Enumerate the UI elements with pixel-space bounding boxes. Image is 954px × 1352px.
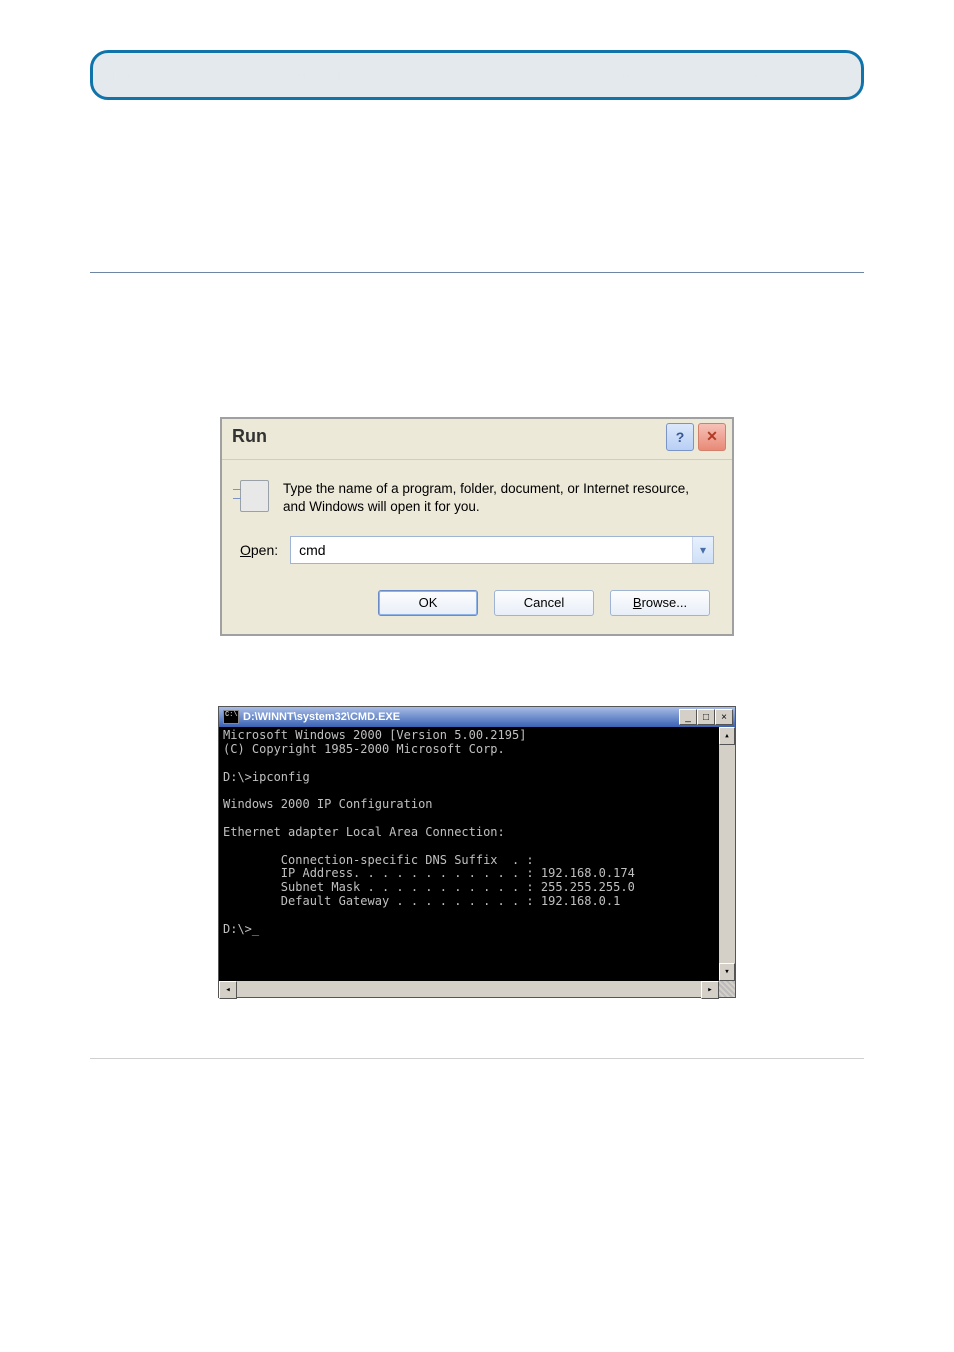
cmd-close-button[interactable]: × [715,709,733,725]
step2-cmd: cmd [287,374,318,391]
close-button[interactable]: ✕ [698,423,726,451]
step1-text: Click on Start and then click Run. [139,330,360,347]
step2-label: Step 2 [90,374,135,391]
notice-box: In the following examples, we use Window… [90,50,864,100]
intro-paragraph: If you can access the Internet, open the… [90,160,864,205]
scroll-right-icon[interactable]: ▸ [701,981,719,999]
dropdown-icon[interactable]: ▾ [692,537,713,563]
step2: Step 2 In the Open box, type cmd, and th… [90,372,864,395]
section-heading: Check the Computer's IP Address [90,245,864,273]
step3-text-b: and then press ENTER. [385,664,548,681]
step2-text-a: In the Open box, type [139,374,287,391]
explain1: Before verifying the route to the router… [90,291,864,314]
cmd-output: Microsoft Windows 2000 [Version 5.00.219… [219,727,719,981]
run-dialog: Run ? ✕ Type the name of a program, fold… [220,417,734,636]
footer-left: TW100 – Troubleshooting Guide [90,1067,263,1081]
footer-right: 5 [857,1067,864,1081]
open-combobox[interactable]: ▾ [290,536,714,564]
scroll-down-icon[interactable]: ▾ [719,963,735,981]
step2-text-b: , and then click OK. [318,374,448,391]
maximize-button[interactable]: □ [697,709,715,725]
run-title: Run [232,426,267,447]
cmd-titlebar: D:\WINNT\system32\CMD.EXE _ □ × [219,707,735,727]
scroll-left-icon[interactable]: ◂ [219,981,237,999]
cmd-window: D:\WINNT\system32\CMD.EXE _ □ × Microsof… [218,706,736,998]
browse-button[interactable]: Browse... [610,590,710,616]
notice-text: In the following examples, we use Window… [111,67,843,83]
scroll-up-icon[interactable]: ▴ [719,727,735,745]
step3-text-a: At a command prompt, type [138,664,326,681]
help-button[interactable]: ? [666,423,694,451]
horizontal-scrollbar[interactable]: ◂ ▸ [219,981,735,997]
cmd-title: D:\WINNT\system32\CMD.EXE [243,711,400,723]
vertical-scrollbar[interactable]: ▴ ▾ [719,727,735,981]
cmd-icon [223,710,239,724]
minimize-button[interactable]: _ [679,709,697,725]
run-description: Type the name of a program, folder, docu… [283,480,714,516]
run-icon [240,480,269,512]
ok-button[interactable]: OK [378,590,478,616]
step1: Step 1 Click on Start and then click Run… [90,328,864,351]
step3-cmd: ipconfig [327,664,385,681]
run-titlebar: Run ? ✕ [222,419,732,460]
step3: Step 3 At a command prompt, type ipconfi… [90,662,864,685]
cancel-button[interactable]: Cancel [494,590,594,616]
open-input[interactable] [291,537,692,563]
open-label: Open: [240,542,278,558]
step3-label: Step 3 [90,664,135,681]
resize-grip[interactable] [719,981,735,997]
step1-label: Step 1 [90,330,135,347]
page-footer: TW100 – Troubleshooting Guide 5 [90,1058,864,1081]
